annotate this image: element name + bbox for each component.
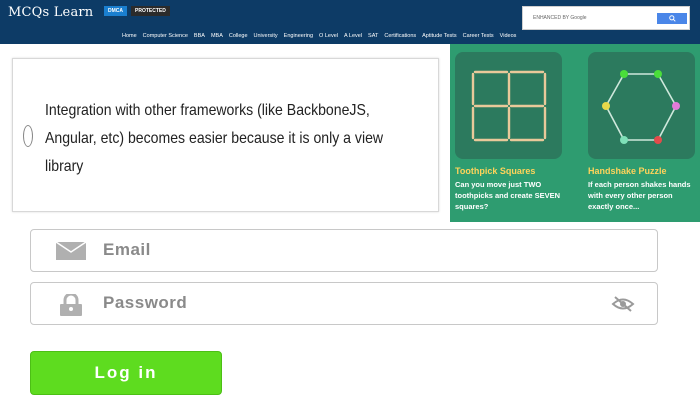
- search-icon: [669, 15, 676, 22]
- login-button[interactable]: Log in: [30, 351, 222, 395]
- nav-item-college[interactable]: College: [229, 33, 248, 39]
- answer-option-text: Integration with other frameworks (like …: [45, 102, 384, 175]
- nav-item-bba[interactable]: BBA: [194, 33, 205, 39]
- handshake-description: If each person shakes hands with every o…: [588, 180, 691, 211]
- nav-item-aptitude-tests[interactable]: Aptitude Tests: [422, 33, 456, 39]
- envelope-icon: [55, 241, 87, 260]
- search-button[interactable]: [657, 13, 687, 24]
- nav-item-mba[interactable]: MBA: [211, 33, 223, 39]
- toothpick-description: Can you move just TWO toothpicks and cre…: [455, 180, 561, 211]
- toothpick-squares-icon: [471, 70, 547, 142]
- puzzle-ad-panel[interactable]: Toothpick Squares Can you move just TWO …: [450, 44, 700, 222]
- answer-radio[interactable]: [23, 125, 33, 147]
- email-placeholder: Email: [103, 240, 151, 259]
- search-placeholder: ENHANCED BY Google: [533, 15, 587, 21]
- nav-item-videos[interactable]: Videos: [500, 33, 517, 39]
- lock-icon: [60, 294, 82, 316]
- nav-item-university[interactable]: University: [254, 33, 278, 39]
- nav-item-certifications[interactable]: Certifications: [384, 33, 416, 39]
- nav-item-computer-science[interactable]: Computer Science: [143, 33, 188, 39]
- toothpick-title[interactable]: Toothpick Squares: [455, 166, 535, 176]
- password-field[interactable]: Password: [30, 282, 658, 325]
- handshake-title[interactable]: Handshake Puzzle: [588, 166, 667, 176]
- site-header: MCQs Learn DMCA PROTECTED ENHANCED BY Go…: [0, 0, 700, 44]
- dmca-badge[interactable]: DMCA: [104, 6, 127, 16]
- handshake-hexagon-icon: [602, 70, 680, 144]
- nav-item-career-tests[interactable]: Career Tests: [463, 33, 494, 39]
- nav-item-home[interactable]: Home: [122, 33, 137, 39]
- hide-password-icon[interactable]: [611, 295, 635, 313]
- password-placeholder: Password: [103, 293, 188, 312]
- site-logo[interactable]: MCQs Learn: [8, 5, 93, 20]
- nav-item-a-level[interactable]: A Level: [344, 33, 362, 39]
- email-field[interactable]: Email: [30, 229, 658, 272]
- answer-option-card[interactable]: Integration with other frameworks (like …: [12, 58, 439, 212]
- nav-item-sat[interactable]: SAT: [368, 33, 378, 39]
- protected-badge: PROTECTED: [131, 6, 170, 16]
- toothpick-puzzle-card[interactable]: [455, 52, 562, 159]
- nav-item-o-level[interactable]: O Level: [319, 33, 338, 39]
- main-nav: Home Computer Science BBA MBA College Un…: [122, 33, 516, 39]
- search-input[interactable]: ENHANCED BY Google: [522, 6, 690, 30]
- handshake-puzzle-card[interactable]: [588, 52, 695, 159]
- nav-item-engineering[interactable]: Engineering: [284, 33, 313, 39]
